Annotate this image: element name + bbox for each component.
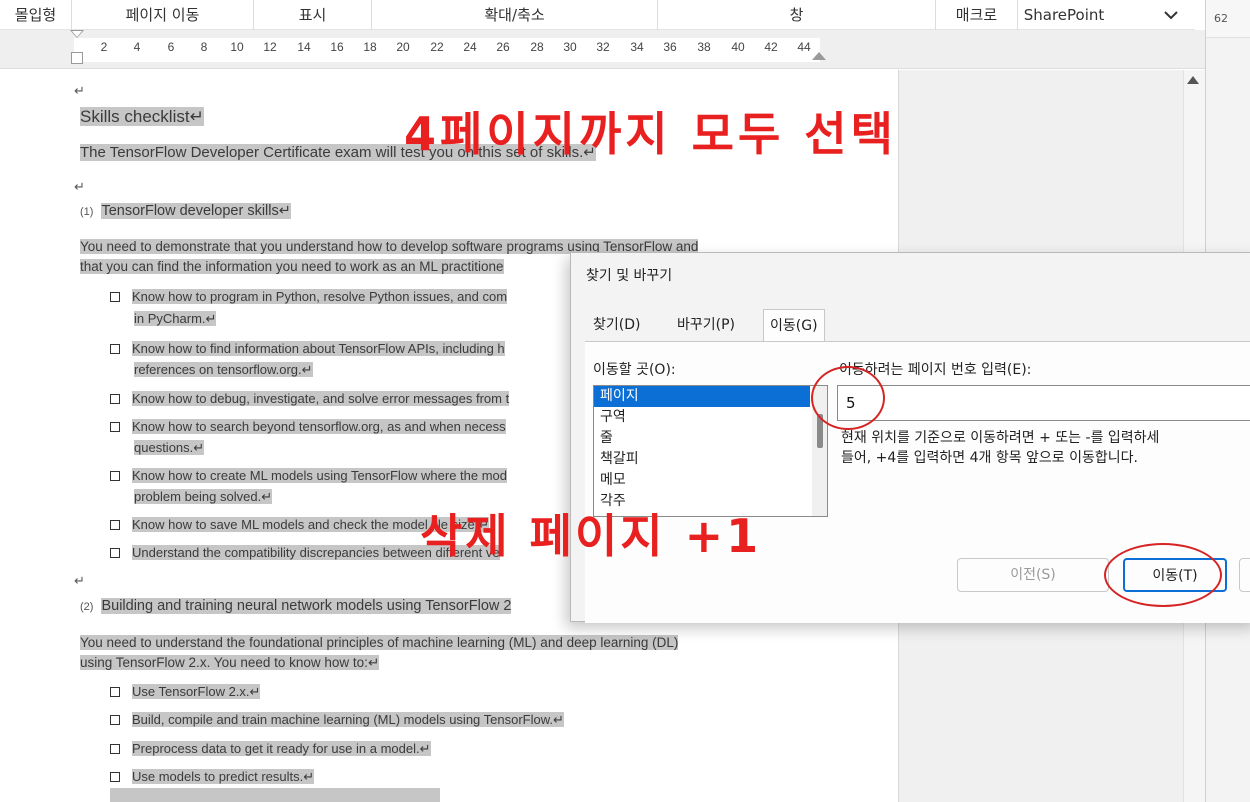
checkbox-bullet-icon [110, 520, 120, 530]
ruler-tick: 38 [697, 40, 711, 54]
list-item-line[interactable]: 줄 [594, 428, 810, 449]
checkbox-bullet-icon [110, 471, 120, 481]
ruler-tick: 34 [630, 40, 644, 54]
list-item: Use models to predict results.↵ [110, 769, 315, 785]
ruler-tick: 14 [297, 40, 311, 54]
ruler-tick: 28 [530, 40, 544, 54]
ribbon-group-sharepoint[interactable]: SharePoint [1018, 0, 1110, 30]
ruler-tick: 24 [463, 40, 477, 54]
ribbon-group-window[interactable]: 창 [658, 0, 936, 30]
tab-goto[interactable]: 이동(G) [763, 309, 825, 341]
right-indent-marker[interactable] [812, 52, 826, 60]
section2-paragraph-line2: using TensorFlow 2.x. You need to know h… [80, 655, 380, 670]
checkbox-bullet-icon [110, 687, 120, 697]
list-item-bookmark[interactable]: 책갈피 [594, 449, 810, 470]
scroll-up-icon[interactable] [1187, 76, 1199, 84]
checkbox-bullet-icon [110, 344, 120, 354]
ruler-tick: 42 [764, 40, 778, 54]
checkbox-bullet-icon [110, 772, 120, 782]
ribbon-group-zoom[interactable]: 확대/축소 [372, 0, 658, 30]
doc-title: Skills checklist↵ [80, 107, 204, 126]
ribbon-group-show[interactable]: 표시 [254, 0, 372, 30]
ribbon-group-immersive[interactable]: 몰입형 [0, 0, 72, 30]
list-item-continuation: references on tensorflow.org.↵ [134, 362, 313, 377]
paragraph-mark: ↵ [74, 574, 85, 589]
checkbox-bullet-icon [110, 548, 120, 558]
ruler-tick: 22 [430, 40, 444, 54]
section1-heading: (1) TensorFlow developer skills↵ [80, 203, 291, 219]
ruler-tick: 44 [797, 40, 811, 54]
section2-paragraph-line1: You need to understand the foundational … [80, 635, 679, 650]
ribbon-group-macro[interactable]: 매크로 [936, 0, 1018, 30]
list-item-comment[interactable]: 메모 [594, 470, 810, 491]
list-item-continuation: in PyCharm.↵ [134, 311, 217, 326]
list-item-page[interactable]: 페이지 [594, 386, 810, 407]
checkbox-bullet-icon [110, 292, 120, 302]
list-item: Know how to find information about Tenso… [110, 341, 505, 357]
checkbox-bullet-icon [110, 422, 120, 432]
tab-replace[interactable]: 바꾸기(P) [671, 309, 741, 341]
chevron-down-icon[interactable] [1158, 4, 1184, 26]
paragraph-mark: ↵ [74, 84, 85, 99]
list-item: Build, compile and train machine learnin… [110, 712, 564, 728]
left-indent-marker[interactable] [71, 52, 83, 64]
ruler-tick: 26 [496, 40, 510, 54]
checkbox-bullet-icon [110, 394, 120, 404]
annotation-select-to-page-4: 4페이지까지 모두 선택 [404, 107, 897, 161]
ruler-tick: 16 [330, 40, 344, 54]
hint-line-2: 들어, +4를 입력하면 4개 항목 앞으로 이동합니다. [841, 450, 1138, 466]
adjacent-window-number: 62 [1214, 12, 1228, 25]
ruler-tick: 6 [167, 40, 175, 54]
close-button[interactable] [1239, 558, 1250, 592]
ruler-tick: 4 [133, 40, 141, 54]
list-item: Use TensorFlow 2.x.↵ [110, 684, 261, 700]
ribbon-group-labels: 몰입형 페이지 이동 표시 확대/축소 창 매크로 SharePoint [0, 0, 1195, 30]
ruler-tick: 32 [596, 40, 610, 54]
list-item-section[interactable]: 구역 [594, 407, 810, 428]
ruler-tick: 36 [663, 40, 677, 54]
selection-highlight [110, 788, 440, 802]
page-number-input[interactable]: 5 [837, 385, 1250, 421]
list-item-continuation: questions.↵ [134, 440, 205, 455]
ruler-tick: 8 [200, 40, 208, 54]
annotation-delete-page-plus-one: 삭제 페이지 +1 [420, 509, 762, 563]
ruler-tick: 2 [100, 40, 108, 54]
ruler-tick: 20 [396, 40, 410, 54]
adjacent-window-ruler: 62 [1206, 0, 1250, 38]
section2-heading: (2) Building and training neural network … [80, 598, 512, 614]
list-item: Know how to debug, investigate, and solv… [110, 391, 510, 407]
goto-what-list[interactable]: 페이지 구역 줄 책갈피 메모 각주 [593, 385, 828, 517]
dialog-title: 찾기 및 바꾸기 [586, 268, 673, 284]
list-item: Know how to create ML models using Tenso… [110, 468, 508, 484]
ruler-tick: 10 [230, 40, 244, 54]
annotation-circle-go-button [1104, 543, 1222, 607]
checkbox-bullet-icon [110, 744, 120, 754]
list-item: Know how to search beyond tensorflow.org… [110, 419, 506, 435]
ruler-tick: 40 [731, 40, 745, 54]
section1-paragraph-line2: that you can find the information you ne… [80, 259, 504, 274]
checkbox-bullet-icon [110, 715, 120, 725]
list-item: Know how to program in Python, resolve P… [110, 289, 508, 305]
list-item-continuation: problem being solved.↵ [134, 489, 273, 504]
hint-line-1: 현재 위치를 기준으로 이동하려면 + 또는 -를 입력하세 [841, 430, 1160, 446]
ruler-tick: 12 [263, 40, 277, 54]
goto-what-label: 이동할 곳(O): [593, 362, 676, 378]
list-item: Preprocess data to get it ready for use … [110, 741, 431, 757]
previous-button[interactable]: 이전(S) [957, 558, 1109, 592]
horizontal-ruler[interactable]: 2 4 6 8 10 12 14 16 18 20 22 24 26 28 30… [0, 30, 1205, 69]
paragraph-mark: ↵ [74, 180, 85, 195]
ruler-tick: 18 [363, 40, 377, 54]
ruler-tick: 30 [563, 40, 577, 54]
ribbon-group-page-move[interactable]: 페이지 이동 [72, 0, 254, 30]
annotation-circle-page-input [811, 366, 885, 430]
tab-find[interactable]: 찾기(D) [587, 309, 646, 341]
